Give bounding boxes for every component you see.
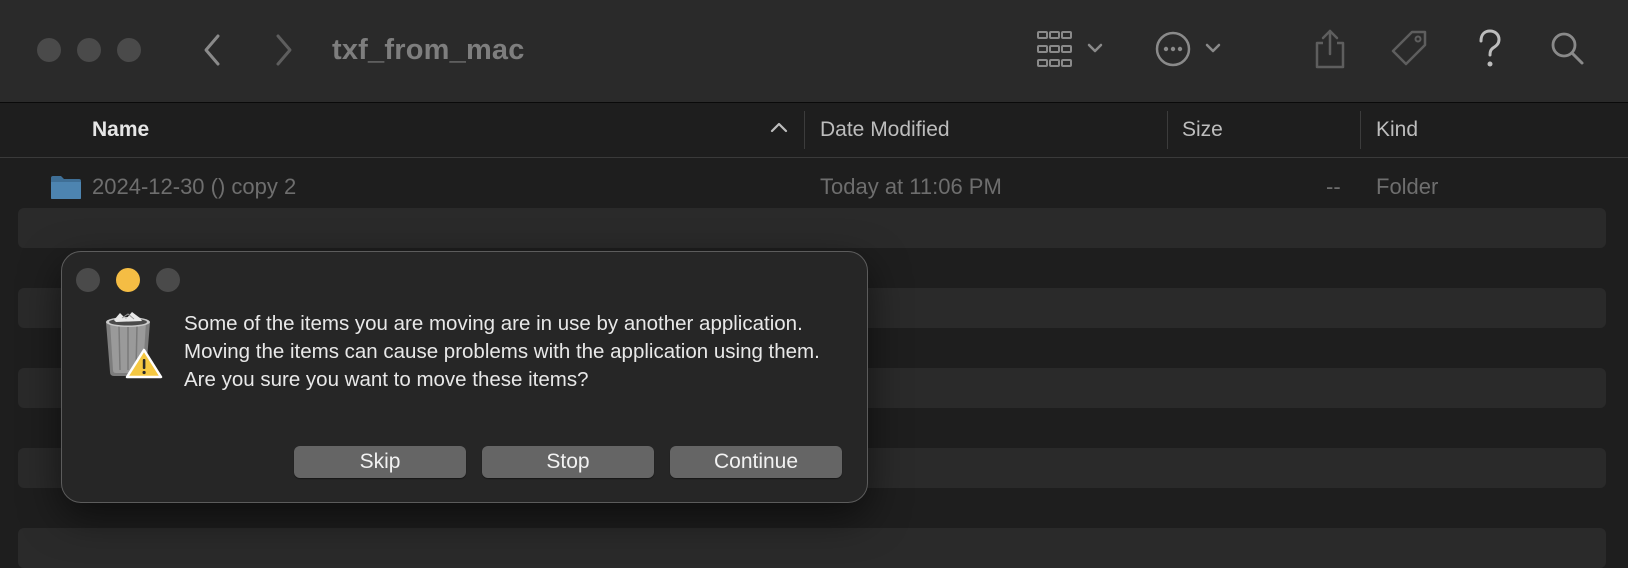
- dialog-message: Some of the items you are moving are in …: [184, 312, 820, 391]
- column-header: Name Date Modified Size Kind: [0, 103, 1628, 158]
- minimize-window-button[interactable]: [77, 38, 101, 62]
- trash-warning-icon: [106, 312, 163, 379]
- search-icon: [1551, 32, 1584, 65]
- sort-ascending-icon[interactable]: [770, 121, 788, 133]
- dialog-close-button[interactable]: [76, 268, 100, 292]
- skip-button[interactable]: Skip: [294, 446, 466, 478]
- zoom-window-button[interactable]: [117, 38, 141, 62]
- folder-icon: [51, 176, 81, 199]
- view-options-button[interactable]: [1036, 26, 1108, 72]
- more-options-icon: [1155, 31, 1221, 67]
- move-warning-dialog: Some of the items you are moving are in …: [61, 251, 868, 503]
- column-divider[interactable]: [804, 111, 805, 149]
- column-date-modified[interactable]: Date Modified: [820, 117, 950, 143]
- help-icon: [1479, 29, 1501, 67]
- column-kind[interactable]: Kind: [1376, 117, 1418, 143]
- search-button[interactable]: [1548, 26, 1588, 72]
- share-icon: [1315, 29, 1345, 69]
- finder-window: txf_from_mac Name Date Modified Size Kin…: [0, 0, 1628, 568]
- back-icon: [204, 34, 220, 66]
- more-options-button[interactable]: [1154, 26, 1226, 72]
- empty-row-stripe: [18, 528, 1606, 568]
- toolbar: txf_from_mac: [0, 0, 1628, 103]
- continue-button[interactable]: Continue: [670, 446, 842, 478]
- column-divider[interactable]: [1167, 111, 1168, 149]
- view-grid-icon: [1037, 31, 1103, 67]
- dialog-zoom-button[interactable]: [156, 268, 180, 292]
- file-kind: Folder: [1376, 174, 1439, 199]
- window-title: txf_from_mac: [332, 34, 525, 66]
- column-name[interactable]: Name: [92, 117, 149, 143]
- file-row[interactable]: 2024-12-30 () copy 2 Today at 11:06 PM -…: [0, 162, 1628, 210]
- help-button[interactable]: [1472, 26, 1508, 72]
- forward-button[interactable]: [264, 28, 304, 72]
- tag-icon: [1391, 30, 1427, 66]
- file-date-modified: Today at 11:06 PM: [820, 174, 1002, 199]
- column-size[interactable]: Size: [1182, 117, 1223, 143]
- back-button[interactable]: [192, 28, 232, 72]
- file-name: 2024-12-30 () copy 2: [92, 174, 297, 199]
- share-button[interactable]: [1312, 26, 1348, 72]
- close-window-button[interactable]: [37, 38, 61, 62]
- file-size: --: [1326, 174, 1341, 199]
- empty-row-stripe: [18, 208, 1606, 248]
- forward-icon: [276, 34, 292, 66]
- dialog-minimize-button[interactable]: [116, 268, 140, 292]
- column-divider[interactable]: [1360, 111, 1361, 149]
- tag-button[interactable]: [1388, 26, 1430, 72]
- stop-button[interactable]: Stop: [482, 446, 654, 478]
